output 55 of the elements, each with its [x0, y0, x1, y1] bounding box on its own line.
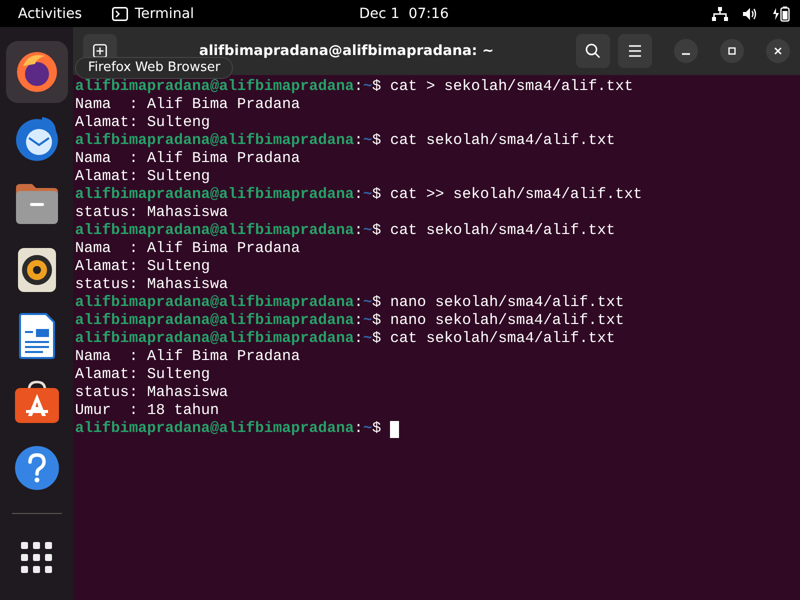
document-icon: [18, 313, 56, 359]
app-menu-label[interactable]: Terminal: [134, 6, 194, 22]
shell-prompt: alifbimapradana@alifbimapradana:~$: [75, 294, 382, 312]
command-text: cat >> sekolah/sma4/alif.txt: [390, 186, 642, 204]
command-text: cat sekolah/sma4/alif.txt: [390, 330, 616, 348]
command-text: cat sekolah/sma4/alif.txt: [390, 222, 616, 240]
menu-button[interactable]: [618, 34, 652, 68]
window-title: alifbimapradana@alifbimapradana: ~: [198, 43, 495, 59]
close-icon: [773, 46, 783, 56]
shell-prompt: alifbimapradana@alifbimapradana:~$: [75, 78, 382, 96]
maximize-icon: [727, 46, 737, 56]
output-text: Nama : Alif Bima Pradana: [75, 348, 300, 366]
output-text: status: Mahasiswa: [75, 276, 228, 294]
shell-prompt: alifbimapradana@alifbimapradana:~$: [75, 420, 382, 438]
close-button[interactable]: [766, 39, 790, 63]
output-text: Nama : Alif Bima Pradana: [75, 240, 300, 258]
dock-item[interactable]: [6, 41, 68, 103]
output-text: Nama : Alif Bima Pradana: [75, 96, 300, 114]
activities-button[interactable]: Activities: [18, 6, 82, 22]
shell-prompt: alifbimapradana@alifbimapradana:~$: [75, 222, 382, 240]
command-text: cat > sekolah/sma4/alif.txt: [390, 78, 634, 96]
shell-prompt: alifbimapradana@alifbimapradana:~$: [75, 330, 382, 348]
search-icon: [585, 43, 601, 59]
output-text: Nama : Alif Bima Pradana: [75, 150, 300, 168]
speaker-icon: [16, 247, 56, 293]
network-icon[interactable]: [712, 6, 728, 20]
new-tab-icon: [93, 44, 107, 58]
tooltip: Firefox Web Browser: [75, 57, 234, 79]
shell-prompt: alifbimapradana@alifbimapradana:~$: [75, 312, 382, 330]
shell-prompt: alifbimapradana@alifbimapradana:~$: [75, 132, 382, 150]
output-text: Alamat: Sulteng: [75, 258, 210, 276]
maximize-button[interactable]: [720, 39, 744, 63]
output-text: Alamat: Sulteng: [75, 366, 210, 384]
shell-prompt: alifbimapradana@alifbimapradana:~$: [75, 186, 382, 204]
output-text: status: Mahasiswa: [75, 204, 228, 222]
minimize-icon: [682, 53, 690, 55]
fox-globe-icon: [14, 50, 58, 94]
volume-icon[interactable]: [742, 6, 758, 20]
folder-icon: [14, 182, 60, 226]
output-text: Alamat: Sulteng: [75, 114, 210, 132]
terminal-icon: [112, 6, 128, 20]
battery-icon[interactable]: [772, 6, 790, 22]
app-grid-icon[interactable]: [20, 542, 52, 574]
help-icon: [14, 445, 60, 491]
command-text: cat sekolah/sma4/alif.txt: [390, 132, 616, 150]
command-text: nano sekolah/sma4/alif.txt: [390, 294, 624, 312]
clock[interactable]: Dec 1 07:16: [359, 6, 449, 22]
output-text: status: Mahasiswa: [75, 384, 228, 402]
output-text: Umur : 18 tahun: [75, 402, 220, 420]
menu-icon: [628, 45, 642, 57]
command-text: nano sekolah/sma4/alif.txt: [390, 312, 624, 330]
output-text: Alamat: Sulteng: [75, 168, 210, 186]
minimize-button[interactable]: [674, 39, 698, 63]
shopping-bag-icon: [14, 380, 60, 424]
search-button[interactable]: [576, 34, 610, 68]
